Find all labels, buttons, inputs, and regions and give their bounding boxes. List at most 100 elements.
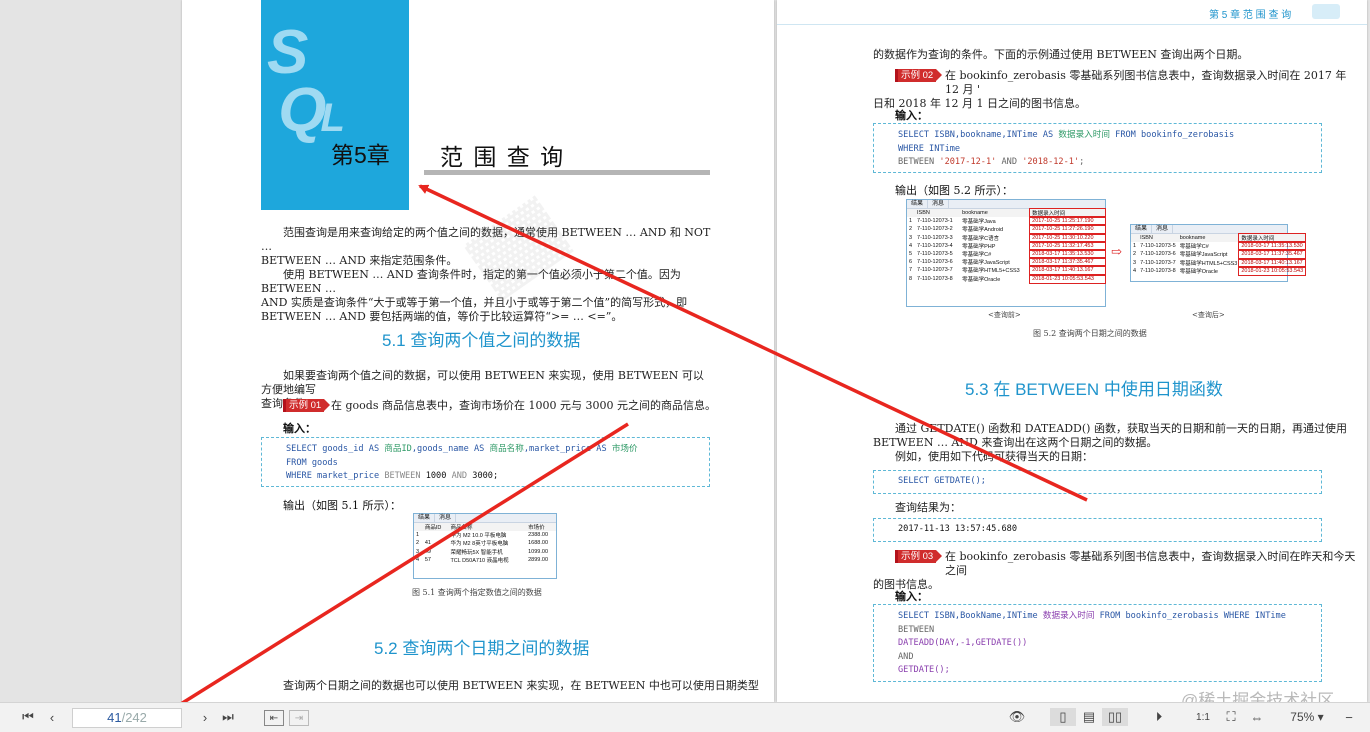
example-01-tag: 示例 01	[283, 399, 331, 412]
table-cell: 零基础学C语言	[962, 235, 1000, 242]
output-label: 输出（如图 5.1 所示）：	[283, 499, 401, 512]
running-header: 第 5 章 范 围 查 询	[1209, 10, 1292, 21]
table-cell: 零基础学PHP	[962, 243, 996, 250]
arrow-right-icon: ⇨	[1111, 245, 1122, 260]
chapter-logo-block: S QL 第5章	[261, 0, 409, 210]
table-cell: 3	[909, 234, 913, 241]
page-41: S QL 第5章 范 围 查 询 范围查询是用来查询给定的两个值之间的数据，通常…	[182, 0, 774, 702]
table-cell: 2018-01-23 10:05:53.543	[1238, 265, 1307, 276]
table-row: 1 7-110-12073-1 零基础学Java 2017-10-25 11:25:1…	[907, 216, 1106, 227]
section-5-3-paragraph: 通过 GETDATE() 函数和 DATEADD() 函数，获取当天的日期和前一…	[873, 422, 1347, 463]
table-cell: 41	[424, 540, 431, 547]
table-cell: 7-110-12073-3	[917, 234, 953, 241]
table-cell: 3	[1133, 259, 1137, 266]
table-cell: 零基础学HTML5+CSS3	[1179, 260, 1238, 267]
last-page-button[interactable]: ⏭	[218, 708, 238, 726]
code-block-getdate: SELECT GETDATE();	[873, 470, 1322, 494]
section-heading-5-2: 5.2 查询两个日期之间的数据	[374, 639, 590, 658]
grid-header-cell	[414, 523, 423, 532]
table-cell: 2018-03-17 11:37:35.467	[1029, 257, 1106, 268]
table-cell: 零基础学Oracle	[1179, 268, 1218, 275]
code-block-01: SELECT goods_id AS 商品ID,goods_name AS 商品…	[261, 437, 710, 487]
fit-width-button[interactable]: ⇔	[1246, 708, 1268, 726]
table-cell: 2018-03-17 11:40:13.167	[1238, 257, 1307, 268]
figure-5-2-before-grid: 结果 消息 ISBN bookname 数据录入时间 1 7-110-12073-1 零基础…	[906, 199, 1106, 307]
site-watermark: @稀土掘金技术社区	[1181, 691, 1335, 702]
section-5-2-paragraph: 查询两个日期之间的数据也可以使用 BETWEEN 来实现，在 BETWEEN 中…	[283, 679, 759, 692]
table-cell: 7-110-12073-7	[917, 267, 953, 274]
table-row: 2 41 华为 M2 8英寸平板电脑 1688.00	[414, 539, 556, 547]
code-block-03: SELECT ISBN,BookName,INTime 数据录入时间 FROM …	[873, 604, 1322, 682]
zoom-out-button[interactable]: −	[1338, 708, 1360, 726]
figure-5-2-before-sub: <查询前>	[988, 311, 1021, 319]
figure-5-2-caption: 图 5.2 查询两个日期之间的数据	[1033, 329, 1147, 338]
table-cell: 2017-10-25 11:32:17.453	[1029, 240, 1106, 251]
example-01-text: 在 goods 商品信息表中，查询市场价在 1000 元与 3000 元之间的商…	[331, 399, 716, 412]
result-box: 2017-11-13 13:57:45.680	[873, 518, 1322, 542]
zoom-select[interactable]: 75% ▾	[1284, 708, 1330, 726]
chapter-logo: S QL	[267, 18, 345, 145]
grid-header-cell: bookname	[960, 209, 1031, 218]
first-page-button[interactable]: ⏮	[18, 708, 38, 726]
table-cell: 零基础学C#	[962, 252, 992, 259]
example-02-text: 在 bookinfo_zerobasis 零基础系列图书信息表中，查询数据录入时…	[873, 69, 1347, 110]
table-cell: 2018-03-17 11:37:35.467	[1238, 249, 1307, 260]
table-cell: 零基础学HTML5+CSS3	[962, 268, 1020, 275]
table-cell: 2018-03-17 11:35:13.530	[1238, 241, 1307, 252]
input-label-03: 输入：	[895, 590, 928, 603]
fit-page-button[interactable]: ⛶	[1220, 708, 1242, 726]
forward-view-button[interactable]: ⇥	[289, 710, 309, 726]
table-cell: 7-110-12073-7	[1140, 259, 1176, 266]
table-cell: 3	[416, 548, 420, 555]
table-cell: 2018-03-17 11:35:13.530	[1029, 248, 1106, 260]
table-cell: 7-110-12073-8	[917, 275, 953, 282]
table-cell: 8	[909, 275, 913, 282]
play-icon[interactable]: ⏵	[1148, 708, 1170, 726]
code-01-lines: SELECT goods_id AS 商品ID,goods_name AS 商品…	[286, 444, 638, 481]
page-number-input[interactable]: 41/242	[72, 708, 182, 728]
table-cell: 1	[1133, 243, 1137, 250]
table-cell: 2017-10-25 11:30:10.220	[1029, 232, 1106, 243]
actual-size-button[interactable]: 1:1	[1192, 708, 1214, 726]
document-viewer[interactable]: S QL 第5章 范 围 查 询 范围查询是用来查询给定的两个值之间的数据，通常…	[0, 0, 1370, 702]
table-cell: 7-110-12073-4	[917, 242, 953, 249]
grid-header-cell: 商品名称	[448, 523, 527, 532]
table-cell: 7-110-12073-6	[1140, 251, 1176, 258]
document-view-button[interactable]: ▤	[1078, 708, 1100, 726]
table-cell: 2	[416, 540, 420, 547]
two-page-view-button[interactable]: ▯▯	[1102, 708, 1128, 726]
table-cell: 华为 M2 8英寸平板电脑	[450, 541, 509, 548]
table-row: 4 7-110-12073-8 零基础学Oracle 2018-01-23 10:05…	[1131, 265, 1307, 276]
output-label-02: 输出（如图 5.2 所示）：	[895, 184, 1013, 197]
grid-header-cell: 商品ID	[422, 523, 449, 532]
grid-header-cell: 数据录入时间	[1029, 207, 1106, 219]
back-view-button[interactable]: ⇤	[264, 710, 284, 726]
prev-page-button[interactable]: ‹	[42, 708, 62, 726]
grid-header-cell: 市场价	[526, 523, 556, 532]
grid-header-row: ISBN bookname 数据录入时间	[1131, 232, 1307, 244]
table-row: 5 7-110-12073-5 零基础学C# 2018-03-17 11:35:13.…	[907, 248, 1106, 260]
grid-header-cell: ISBN	[1138, 234, 1178, 243]
chapter-title-rule	[424, 170, 710, 175]
figure-5-1-caption: 图 5.1 查询两个指定数值之间的数据	[412, 588, 542, 597]
figure-5-2-after-grid: 结果 消息 ISBN bookname 数据录入时间 1 7-110-12073-5 零基础…	[1130, 224, 1307, 282]
table-cell: 2017-10-25 11:25:17.190	[1029, 216, 1106, 227]
input-label: 输入：	[283, 422, 316, 435]
table-row: 3 7-110-12073-3 零基础学C语言 2017-10-25 11:30:10…	[907, 232, 1106, 243]
table-cell: 7-110-12073-1	[917, 218, 953, 225]
table-cell: 零基础学Oracle	[962, 276, 1001, 283]
table-row: 6 7-110-12073-6 零基础学JavaScript 2018-03-17 1…	[907, 257, 1106, 268]
table-cell: 5	[909, 251, 913, 258]
table-row: 2 7-110-12073-6 零基础学JavaScript 2018-03-17 1…	[1131, 249, 1307, 260]
grid-header-cell	[1131, 234, 1139, 243]
table-row: 3 7-110-12073-7 零基础学HTML5+CSS3 2018-03-17 1…	[1131, 257, 1307, 268]
table-cell: 零基础学Java	[962, 219, 996, 226]
section-heading-5-1: 5.1 查询两个值之间的数据	[382, 331, 581, 350]
table-cell: 零基础学JavaScript	[1179, 252, 1228, 259]
eye-icon[interactable]: 👁	[1006, 708, 1028, 726]
single-page-view-button[interactable]: ▯	[1050, 708, 1076, 726]
next-page-button[interactable]: ›	[195, 708, 215, 726]
table-row: 4 7-110-12073-4 零基础学PHP 2017-10-25 11:32:17…	[907, 240, 1106, 251]
table-cell: 华为 M2 10.0 平板电脑	[450, 533, 507, 540]
table-cell: 零基础学Android	[962, 227, 1004, 234]
